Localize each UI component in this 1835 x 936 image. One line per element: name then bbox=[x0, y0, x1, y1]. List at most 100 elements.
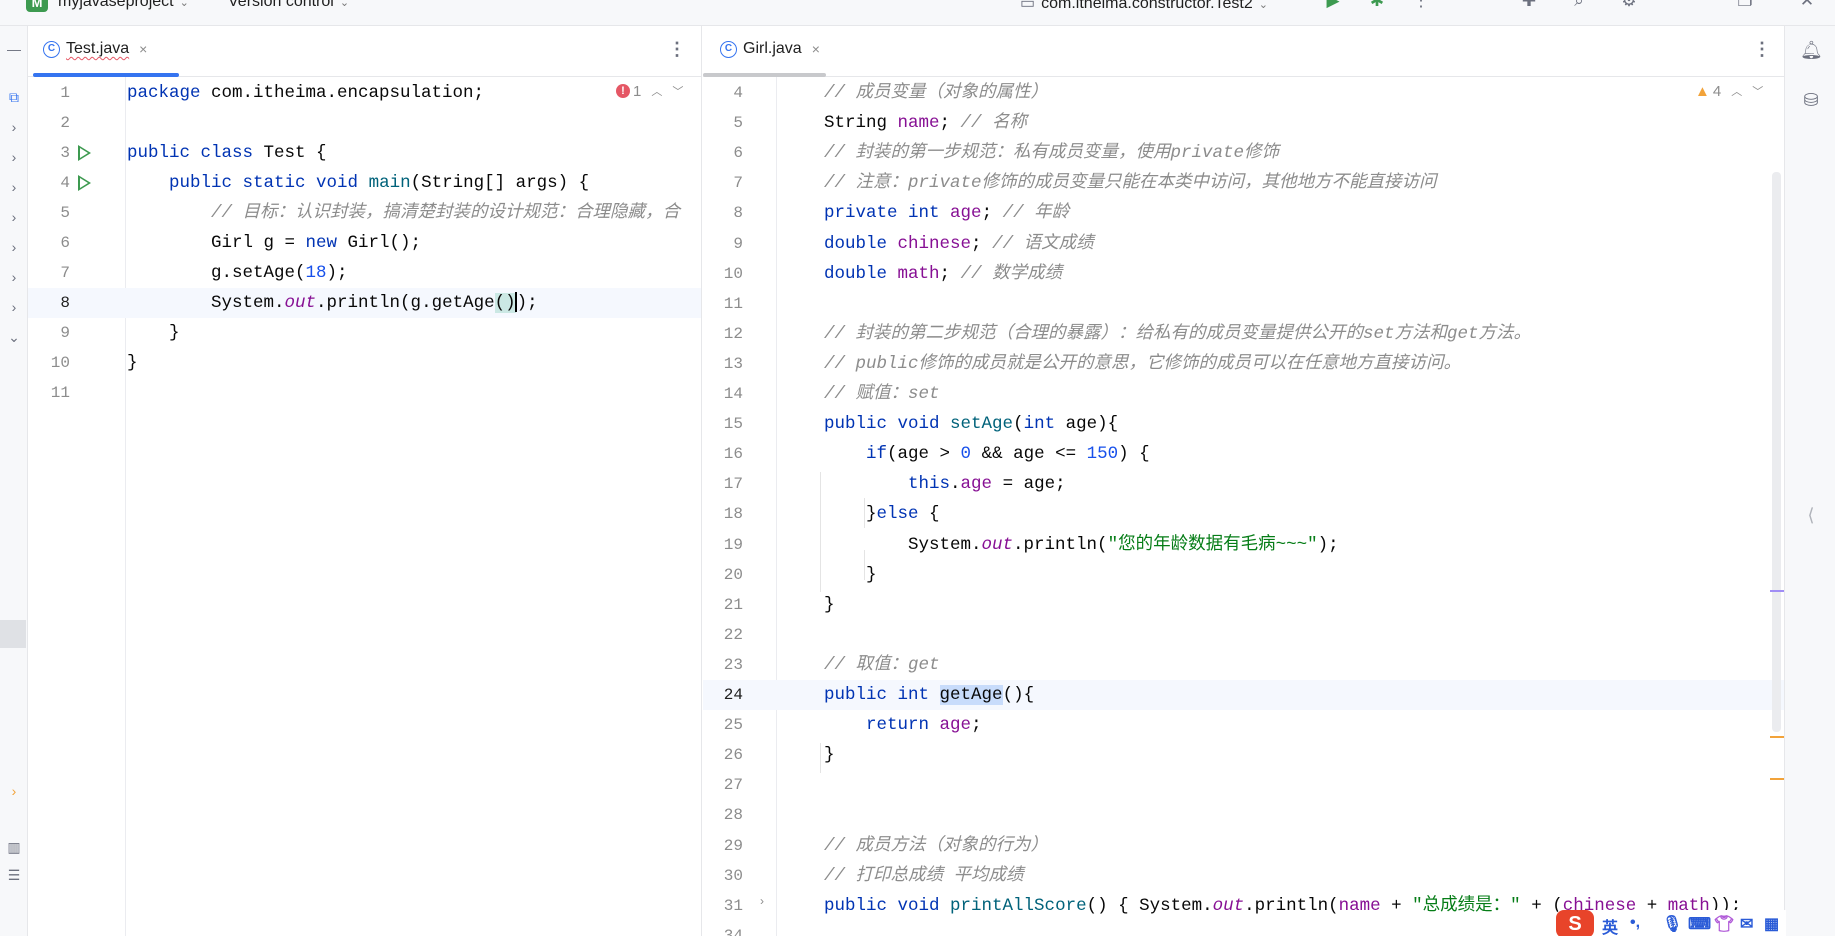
code-line[interactable]: 4 public static void main(String[] args)… bbox=[28, 168, 701, 198]
expand-arrow-icon[interactable]: › bbox=[5, 148, 23, 166]
expand-arrow-icon[interactable]: › bbox=[5, 178, 23, 196]
run-class-gutter-icon[interactable] bbox=[78, 145, 91, 161]
settings-gear-icon[interactable]: ⚙ bbox=[1618, 0, 1640, 12]
code-line[interactable]: 22 bbox=[703, 620, 1784, 650]
code-line[interactable]: 1 package com.itheima.encapsulation; bbox=[28, 78, 701, 108]
code-line[interactable]: 7 g.setAge(18); bbox=[28, 258, 701, 288]
code-text: } bbox=[127, 348, 138, 378]
hide-panel-icon[interactable]: — bbox=[5, 40, 23, 58]
code-line[interactable]: 13 // public修饰的成员就是公开的意思，它修饰的成员可以在任意地方直接访… bbox=[703, 349, 1784, 379]
code-line[interactable]: 28 bbox=[703, 800, 1784, 830]
code-token: System. bbox=[824, 534, 982, 555]
code-line[interactable]: 4 // 成员变量（对象的属性） bbox=[703, 78, 1784, 108]
code-text: return age; bbox=[824, 710, 982, 740]
more-actions-icon[interactable]: ⋮ bbox=[1410, 0, 1432, 12]
notifications-bell-icon[interactable]: 🔔︎ bbox=[1800, 39, 1823, 61]
search-icon[interactable]: ⌕ bbox=[1568, 0, 1590, 12]
skin-icon[interactable]: 👕︎ bbox=[1714, 914, 1734, 934]
code-line[interactable]: 16 if(age > 0 && age <= 150) { bbox=[703, 439, 1784, 469]
close-tab-icon[interactable]: × bbox=[139, 41, 147, 57]
vcs-selector[interactable]: Version control ⌄ bbox=[228, 0, 349, 13]
code-line[interactable]: 9 double chinese; // 语文成绩 bbox=[703, 229, 1784, 259]
code-line[interactable]: 29 // 成员方法（对象的行为） bbox=[703, 831, 1784, 861]
ime-punctuation-toggle[interactable]: •, bbox=[1630, 914, 1640, 932]
sogou-logo-icon[interactable]: S bbox=[1556, 910, 1594, 936]
vertical-scrollbar[interactable] bbox=[1772, 172, 1781, 732]
code-line[interactable]: 25 return age; bbox=[703, 710, 1784, 740]
code-line[interactable]: 15 public void setAge(int age){ bbox=[703, 409, 1784, 439]
code-line[interactable]: 9 } bbox=[28, 318, 701, 348]
code-line[interactable]: 3 public class Test { bbox=[28, 138, 701, 168]
code-line[interactable]: 12 // 封装的第二步规范（合理的暴露）：给私有的成员变量提供公开的set方法和… bbox=[703, 319, 1784, 349]
todo-list-icon[interactable]: ☰ bbox=[5, 866, 23, 884]
code-line[interactable]: 14 // 赋值：set bbox=[703, 379, 1784, 409]
project-selector[interactable]: myjavaseproject ⌄ bbox=[58, 0, 189, 13]
keyboard-icon[interactable]: ⌨ bbox=[1688, 914, 1711, 934]
code-token: } bbox=[824, 564, 877, 585]
close-window-icon[interactable]: ✕ bbox=[1796, 0, 1818, 12]
microphone-icon[interactable]: 🎙︎ bbox=[1662, 914, 1682, 934]
code-token: public void bbox=[824, 895, 940, 916]
expand-arrow-icon[interactable]: › bbox=[5, 208, 23, 226]
code-line[interactable]: 26} bbox=[703, 740, 1784, 770]
code-token: return bbox=[866, 715, 930, 736]
code-line[interactable]: 30 // 打印总成绩 平均成绩 bbox=[703, 861, 1784, 891]
code-token: // 注意：private修饰的成员变量只能在本类中访问，其他地方不能直接访问 bbox=[824, 173, 1437, 194]
fold-expand-icon[interactable]: › bbox=[760, 894, 764, 908]
code-token: double bbox=[824, 233, 888, 254]
code-line[interactable]: 10 double math; // 数学成绩 bbox=[703, 259, 1784, 289]
expand-arrow-icon[interactable]: › bbox=[5, 118, 23, 136]
scroll-marker-warning[interactable] bbox=[1770, 736, 1784, 738]
code-token: // 年龄 bbox=[1002, 203, 1070, 224]
debug-icon[interactable]: ✱ bbox=[1366, 0, 1388, 12]
project-view-icon[interactable]: ⧉ bbox=[5, 88, 23, 106]
code-line[interactable]: 7 // 注意：private修饰的成员变量只能在本类中访问，其他地方不能直接访问 bbox=[703, 168, 1784, 198]
expand-arrow-icon[interactable]: › bbox=[5, 298, 23, 316]
expand-arrow-icon[interactable]: › bbox=[5, 268, 23, 286]
code-text: } bbox=[824, 590, 835, 620]
structure-icon[interactable]: ▥ bbox=[5, 838, 23, 856]
restore-window-icon[interactable]: ❐ bbox=[1734, 0, 1756, 12]
code-line[interactable]: 18 }else { bbox=[703, 499, 1784, 529]
code-line[interactable]: 21} bbox=[703, 590, 1784, 620]
code-line[interactable]: 5 // 目标：认识封装，搞清楚封装的设计规范：合理隐藏，合 bbox=[28, 198, 701, 228]
scroll-marker-selection[interactable] bbox=[1770, 590, 1784, 592]
database-icon[interactable]: ⛁ bbox=[1800, 89, 1822, 111]
tab-menu-icon[interactable]: ⋮ bbox=[668, 39, 686, 60]
tab-test-java[interactable]: C Test.java × bbox=[43, 40, 147, 64]
code-line[interactable]: 24 public int getAge(){ bbox=[703, 680, 1784, 710]
project-badge[interactable]: M bbox=[26, 0, 48, 12]
line-number: 17 bbox=[723, 475, 743, 494]
toolbox-icon[interactable]: ▦ bbox=[1764, 914, 1779, 934]
run-main-gutter-icon[interactable] bbox=[78, 175, 91, 191]
code-line[interactable]: 20 } bbox=[703, 560, 1784, 590]
code-line[interactable]: 8 System.out.println(g.getAge()); bbox=[28, 288, 701, 318]
expand-arrow-icon[interactable]: › bbox=[5, 782, 23, 800]
code-token: public void bbox=[824, 414, 940, 435]
code-line[interactable]: 5 String name; // 名称 bbox=[703, 108, 1784, 138]
code-line[interactable]: 6 // 封装的第一步规范：私有成员变量，使用private修饰 bbox=[703, 138, 1784, 168]
code-line[interactable]: 10} bbox=[28, 348, 701, 378]
add-user-icon[interactable]: ✚ bbox=[1518, 0, 1540, 12]
code-line[interactable]: 8 private int age; // 年龄 bbox=[703, 198, 1784, 228]
scroll-marker-warning[interactable] bbox=[1770, 778, 1784, 780]
code-line[interactable]: 17 this.age = age; bbox=[703, 469, 1784, 499]
close-tab-icon[interactable]: × bbox=[812, 41, 820, 57]
code-line[interactable]: 11 bbox=[703, 289, 1784, 319]
run-icon[interactable]: ▶ bbox=[1322, 0, 1344, 12]
code-line[interactable]: 27 bbox=[703, 770, 1784, 800]
code-text: public int getAge(){ bbox=[824, 680, 1034, 710]
expand-arrow-icon[interactable]: › bbox=[5, 238, 23, 256]
chat-icon[interactable]: ✉ bbox=[1740, 914, 1753, 934]
code-line[interactable]: 11 bbox=[28, 378, 701, 408]
ime-language-toggle[interactable]: 英 bbox=[1602, 914, 1618, 936]
collapse-panel-icon[interactable]: ⟨ bbox=[1800, 504, 1822, 526]
code-line[interactable]: 2 bbox=[28, 108, 701, 138]
tab-girl-java[interactable]: C Girl.java × bbox=[720, 40, 820, 64]
code-line[interactable]: 6 Girl g = new Girl(); bbox=[28, 228, 701, 258]
tab-menu-icon[interactable]: ⋮ bbox=[1753, 39, 1771, 60]
code-line[interactable]: 19 System.out.println("您的年龄数据有毛病~~~"); bbox=[703, 530, 1784, 560]
run-config-selector[interactable]: ▭ com.itheima.constructor.Test2 ⌄ bbox=[1020, 0, 1268, 13]
collapse-arrow-icon[interactable]: ⌄ bbox=[5, 328, 23, 346]
code-line[interactable]: 23 // 取值：get bbox=[703, 650, 1784, 680]
